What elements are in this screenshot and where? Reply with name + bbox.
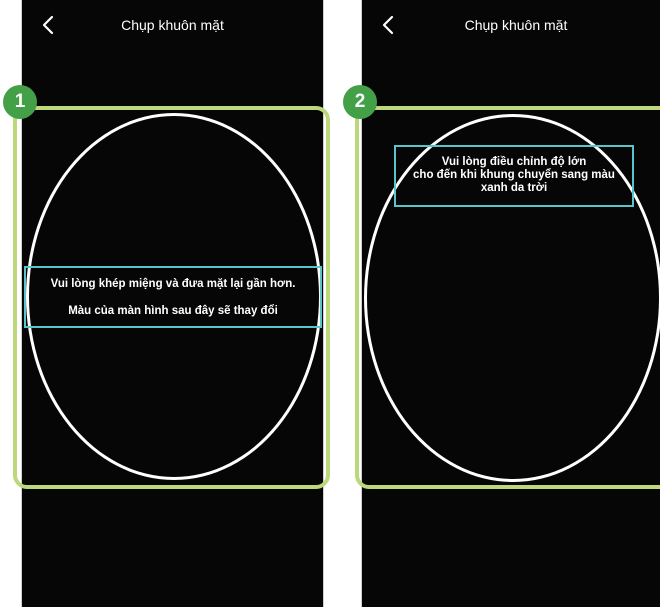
step-highlight-frame — [355, 106, 660, 489]
page-title: Chụp khuôn mặt — [121, 17, 224, 33]
step-number-badge: 1 — [3, 85, 37, 119]
page-title: Chụp khuôn mặt — [464, 17, 568, 33]
top-bar: Chụp khuôn mặt — [22, 0, 323, 50]
top-bar: Chụp khuôn mặt — [362, 0, 660, 50]
step-highlight-frame — [13, 106, 330, 489]
step-number-badge: 2 — [343, 85, 377, 119]
